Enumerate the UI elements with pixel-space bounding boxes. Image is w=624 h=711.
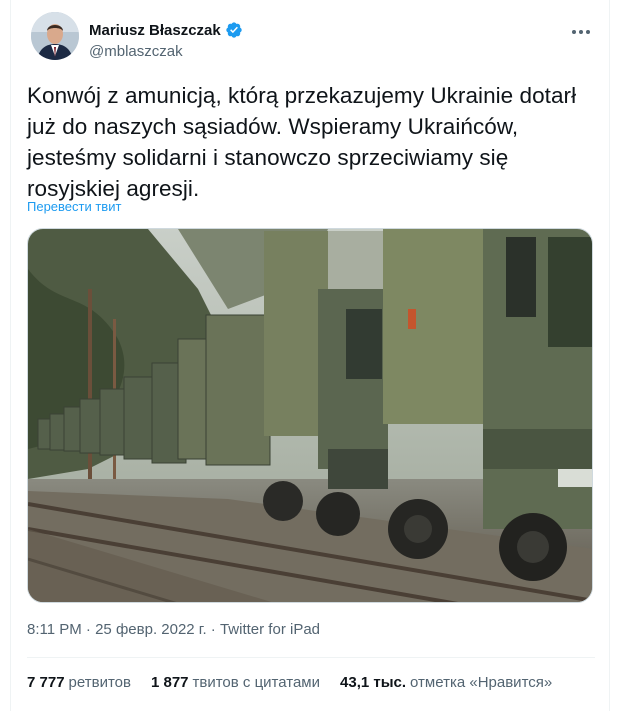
tweet-stats: 7 777 ретвитов 1 877 твитов с цитатами 43,… [27, 674, 552, 691]
author-handle[interactable]: @mblaszczak [89, 43, 183, 60]
author-avatar[interactable] [31, 12, 79, 60]
tweet-date[interactable]: 25 февр. 2022 г. [95, 621, 207, 638]
convoy-photo [28, 229, 592, 602]
retweets-stat[interactable]: 7 777 ретвитов [27, 674, 131, 691]
tweet-source[interactable]: Twitter for iPad [220, 621, 320, 638]
tweet-card: Mariusz Błaszczak @mblaszczak Konwój z a… [10, 0, 610, 711]
tweet-meta: 8:11 PM · 25 февр. 2022 г. · Twitter for… [27, 621, 320, 638]
quotes-stat[interactable]: 1 877 твитов с цитатами [151, 674, 320, 691]
retweets-label: ретвитов [68, 674, 131, 691]
meta-separator: · [85, 621, 91, 638]
tweet-photo[interactable] [27, 228, 593, 603]
verified-badge-icon [225, 21, 243, 39]
likes-label: отметка «Нравится» [410, 674, 553, 691]
author-name[interactable]: Mariusz Błaszczak [89, 22, 221, 39]
quotes-count: 1 877 [150, 674, 189, 691]
tweet-time[interactable]: 8:11 PM [27, 621, 82, 638]
more-options-icon[interactable] [567, 22, 595, 42]
likes-stat[interactable]: 43,1 тыс. отметка «Нравится» [340, 674, 552, 691]
likes-count: 43,1 тыс. [340, 674, 407, 691]
retweets-count: 7 777 [27, 674, 65, 691]
divider [27, 657, 595, 658]
meta-separator: · [210, 621, 216, 638]
tweet-text: Konwój z amunicją, którą przekazujemy Uk… [27, 83, 577, 201]
quotes-label: твитов с цитатами [192, 674, 321, 691]
translate-tweet-link[interactable]: Перевести твит [27, 199, 121, 214]
author-name-row: Mariusz Błaszczak [89, 21, 243, 39]
avatar-image [31, 12, 79, 60]
